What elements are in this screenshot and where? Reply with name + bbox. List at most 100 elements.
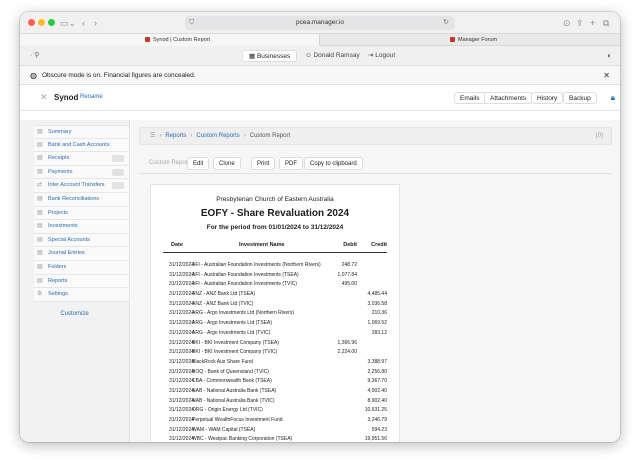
- date-cell: 31/12/2024: [169, 320, 195, 327]
- share-icon[interactable]: ⇪: [576, 16, 584, 30]
- pdf-button[interactable]: PDF: [279, 157, 303, 170]
- sidebar-item-settings[interactable]: ⚙ Settings: [34, 288, 129, 302]
- investment-name-cell: ANZ - ANZ Bank Ltd (TVIC): [192, 300, 254, 307]
- table-header: Date Investment Name Debit Credit: [163, 242, 387, 253]
- investment-name-cell: WAM - WAM Capital (TSEA): [192, 426, 256, 433]
- download-icon[interactable]: ⊙: [563, 16, 571, 30]
- count-badge: [112, 168, 124, 176]
- date-cell: 31/12/2024: [169, 378, 195, 385]
- date-cell: 31/12/2024: [169, 271, 195, 278]
- table-row: 31/12/2024 ARG - Argo Investments Ltd (TS…: [163, 319, 387, 329]
- sidebar-item-inter-account-transfers[interactable]: ⇄ Inter Account Transfers: [34, 179, 129, 193]
- date-cell: 31/12/2024: [169, 436, 195, 442]
- reconcile-icon: ▤: [37, 195, 43, 202]
- emails-button[interactable]: Emails: [454, 92, 486, 104]
- sidebar-toggle-icon[interactable]: ▭⌄: [60, 16, 76, 30]
- sidebar-item-projects[interactable]: ▤ Projects: [34, 206, 129, 221]
- debit-cell: 495.00: [341, 281, 357, 288]
- table-row: 31/12/2024 ANZ - ANZ Bank Ltd (TVIC) 3,036…: [163, 300, 387, 310]
- sidebar-item-summary[interactable]: ▤ Summary: [34, 125, 129, 139]
- investment-name-cell: BKI - BKI Investment Company (TSEA): [192, 339, 279, 346]
- breadcrumb-custom-reports[interactable]: Custom Reports: [196, 133, 239, 139]
- attachments-button[interactable]: Attachments: [484, 92, 533, 104]
- close-window-button[interactable]: [28, 19, 35, 26]
- breadcrumb-separator: ›: [190, 133, 193, 139]
- favicon-icon: [450, 37, 455, 43]
- theme-toggle-icon[interactable]: ◐: [607, 51, 612, 60]
- date-cell: 31/12/2024: [169, 281, 195, 288]
- date-cell: 31/12/2024: [169, 426, 195, 433]
- table-row: 31/12/2024 ARG - Argo Investments Ltd (No…: [163, 309, 387, 319]
- logout-label: Logout: [375, 52, 396, 59]
- edit-button[interactable]: Edit: [187, 157, 210, 170]
- report-title: EOFY - Share Revaluation 2024: [200, 208, 350, 219]
- sidebar-item-label: Bank and Cash Accounts: [48, 141, 110, 148]
- table-row: 31/12/2024 WAM - WAM Capital (TSEA) 594.23: [163, 426, 387, 436]
- user-button[interactable]: ☺ Donald Ramsay: [305, 50, 360, 62]
- breadcrumb-reports[interactable]: Reports: [165, 133, 186, 139]
- sidebar-item-journal-entries[interactable]: ▤ Journal Entries: [34, 247, 129, 261]
- forward-arrow-icon[interactable]: ›: [94, 16, 97, 30]
- close-business-icon[interactable]: ✕: [40, 92, 48, 103]
- investment-name-cell: NAB - National Australia Bank (TSEA): [192, 387, 277, 394]
- clone-button[interactable]: Clone: [213, 157, 241, 170]
- sidebar-item-bank-reconciliations[interactable]: ▤ Bank Reconciliations: [34, 192, 129, 207]
- browser-window: ▭⌄ ‹ › ⛉ pcea.manager.io ↻ ⊙ ⇪ + ⧉ Synod…: [20, 12, 620, 442]
- sidebar-item-folders[interactable]: ▤ Folders: [34, 260, 129, 275]
- credit-cell: 4,485.44: [367, 291, 387, 298]
- sidebar-item-payments[interactable]: ▤ Payments: [34, 165, 129, 180]
- print-button[interactable]: Print: [251, 157, 276, 170]
- notice-text: Obscure mode is on. Financial figures ar…: [42, 72, 196, 79]
- close-icon[interactable]: ✕: [603, 66, 610, 85]
- sidebar-item-label: Bank Reconciliations: [48, 195, 100, 202]
- backup-button[interactable]: Backup: [563, 92, 597, 104]
- table-row: 31/12/2024 AFI - Australian Foundation In…: [163, 261, 387, 271]
- breadcrumb-separator: ›: [243, 133, 246, 139]
- table-row: 31/12/2024 ARG - Argo Investments Ltd (TV…: [163, 329, 387, 339]
- rename-link[interactable]: Rename: [80, 94, 103, 100]
- reload-icon[interactable]: ↻: [443, 16, 449, 30]
- sidebar-item-receipts[interactable]: ▤ Receipts: [34, 152, 129, 166]
- shield-icon: ⛉: [189, 19, 195, 26]
- credit-cell: 283.12: [371, 329, 387, 336]
- investment-name-cell: CBA - Commonwealth Bank (TSEA): [192, 378, 272, 385]
- tab-synod-custom-report[interactable]: Synod | Custom Report: [20, 34, 320, 46]
- date-cell: 31/12/2024: [169, 329, 195, 336]
- credit-cell: 3,246.79: [367, 417, 387, 423]
- sidebar-item-investments[interactable]: ▤ Investments: [34, 220, 129, 234]
- sidebar-item-bank-and-cash-accounts[interactable]: ▤ Bank and Cash Accounts: [34, 138, 129, 153]
- lock-icon[interactable]: 🔒︎: [611, 93, 615, 103]
- debit-cell: 2,224.00: [337, 349, 357, 356]
- logout-button[interactable]: ⇥ Logout: [368, 50, 395, 62]
- sidebar-item-label: Journal Entries: [48, 250, 85, 257]
- minimize-window-button[interactable]: [38, 19, 45, 26]
- investment-name-cell: Perpetual WealthFocus Investment Fund: [192, 417, 283, 423]
- gear-icon: ⚙: [37, 291, 43, 298]
- sidebar-item-special-accounts[interactable]: ▤ Special Accounts: [34, 233, 129, 248]
- copy-to-clipboard-button[interactable]: Copy to clipboard: [304, 157, 363, 170]
- sidebar-item-label: Summary: [48, 129, 72, 135]
- businesses-label: Businesses: [256, 53, 291, 60]
- app-menu-icon[interactable]: · ⚲: [30, 51, 39, 59]
- back-arrow-icon[interactable]: ‹: [82, 16, 85, 30]
- address-bar[interactable]: ⛉ pcea.manager.io ↻: [185, 16, 455, 30]
- table-row: 31/12/2024 AFI - Australian Foundation In…: [163, 280, 387, 290]
- tab-bar: Synod | Custom Report Manager Forum: [20, 34, 620, 46]
- zoom-window-button[interactable]: [48, 19, 55, 26]
- credit-cell: 9,367.70: [367, 378, 387, 385]
- investment-name-cell: ORG - Origin Energy Ltd (TVIC): [192, 407, 263, 414]
- history-button[interactable]: History: [531, 92, 564, 104]
- app-top-bar: · ⚲ ▦ Businesses ☺ Donald Ramsay ⇥ Logou…: [20, 46, 620, 66]
- businesses-button[interactable]: ▦ Businesses: [242, 50, 298, 62]
- investment-name-cell: BlackRock Aus Share Fund: [192, 358, 253, 365]
- investment-icon: ▤: [37, 223, 43, 230]
- sidebar-item-reports[interactable]: ▤ Reports: [34, 274, 129, 289]
- tab-manager-forum[interactable]: Manager Forum: [320, 34, 620, 46]
- customize-link[interactable]: Customize: [20, 311, 129, 317]
- new-tab-icon[interactable]: +: [590, 16, 595, 30]
- main-content: ☰ › Reports › Custom Reports › Custom Report (…: [131, 120, 620, 442]
- summary-icon: ▤: [37, 129, 43, 135]
- favicon-icon: [145, 37, 150, 43]
- sidebar-item-label: Reports: [48, 277, 68, 284]
- tab-overview-icon[interactable]: ⧉: [603, 16, 609, 30]
